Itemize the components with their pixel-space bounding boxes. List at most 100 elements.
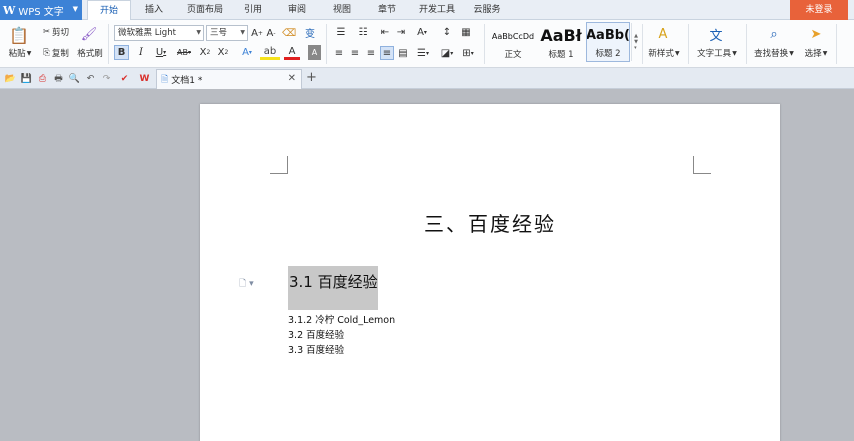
distributed-icon[interactable]: ▤: [396, 46, 410, 60]
style-heading-1[interactable]: AaBł 标题 1: [538, 22, 584, 62]
paragraph[interactable]: 3.3 百度经验: [288, 342, 344, 356]
tab-view[interactable]: 视图: [325, 0, 359, 20]
paste-button[interactable]: 粘贴 ▼: [4, 47, 36, 59]
copy-label: 复制: [51, 48, 69, 59]
tab-cloud[interactable]: 云服务: [466, 0, 508, 20]
bold-icon[interactable]: B: [114, 45, 129, 60]
show-marks-icon[interactable]: ▦: [459, 26, 473, 39]
text-tools-label: 文字工具: [697, 49, 732, 59]
tab-chapter[interactable]: 章节: [370, 0, 404, 20]
paragraph[interactable]: 3.2 百度经验: [288, 327, 344, 341]
borders-icon[interactable]: ⊞ ▾: [459, 46, 477, 60]
style-label: 标题 2: [595, 49, 621, 59]
subscript-icon[interactable]: X2: [216, 45, 230, 60]
find-replace-icon[interactable]: ⌕: [764, 24, 784, 44]
style-sample: AaBb(: [586, 28, 630, 43]
new-style-button[interactable]: 新样式 ▼: [644, 47, 684, 59]
superscript-icon[interactable]: X2: [198, 45, 212, 60]
open-folder-icon[interactable]: 📂: [4, 72, 17, 85]
customize-icon[interactable]: ✔: [118, 72, 131, 85]
highlight-icon[interactable]: ab: [260, 45, 280, 60]
shrink-font-icon[interactable]: A-: [265, 26, 277, 40]
redo-icon[interactable]: ↷: [100, 72, 113, 85]
new-tab-icon[interactable]: +: [306, 70, 317, 85]
style-heading-2[interactable]: AaBb( 标题 2: [586, 22, 630, 62]
font-color-icon[interactable]: A: [284, 45, 300, 60]
new-style-label: 新样式: [648, 49, 674, 59]
styles-scroll-icon[interactable]: ▲ ▼ ▾: [631, 23, 640, 61]
print-icon[interactable]: 🖶: [52, 72, 65, 85]
ribbon-divider: [688, 24, 689, 64]
paragraph-layout-icon[interactable]: 🗋 ▾: [239, 276, 254, 292]
font-name-select[interactable]: 微软雅黑 Light ▼: [114, 25, 204, 41]
align-center-icon[interactable]: ≡: [348, 46, 362, 60]
bullet-list-icon[interactable]: ☰: [332, 26, 350, 39]
close-icon[interactable]: ✕: [288, 73, 296, 84]
line-spacing-icon[interactable]: ☰ ▾: [414, 46, 432, 60]
font-size-select[interactable]: 三号 ▼: [206, 25, 248, 41]
style-sample: AaBbCcDd: [491, 32, 535, 41]
document-title[interactable]: 三、百度经验: [200, 208, 780, 237]
underline-icon[interactable]: U ▾: [151, 45, 171, 60]
undo-icon[interactable]: ↶: [84, 72, 97, 85]
login-button[interactable]: 未登录: [790, 0, 848, 20]
font-name-value: 微软雅黑 Light: [118, 28, 176, 38]
select-cursor-icon[interactable]: ➤: [808, 24, 824, 44]
ribbon-divider: [108, 24, 109, 64]
app-name: WPS 文字: [18, 6, 64, 18]
justify-icon[interactable]: ≡: [380, 46, 394, 60]
tab-developer[interactable]: 开发工具: [412, 0, 462, 20]
app-menu-button[interactable]: W WPS 文字 ▼: [0, 0, 82, 20]
sort-icon[interactable]: ↕: [438, 26, 456, 39]
format-painter-icon[interactable]: 🖌: [79, 25, 99, 43]
paste-icon[interactable]: 📋: [9, 24, 29, 46]
save-icon[interactable]: 💾: [20, 72, 33, 85]
format-painter-button[interactable]: 格式刷: [75, 47, 105, 59]
cut-button[interactable]: ✂ 剪切: [38, 25, 74, 38]
print-preview-icon[interactable]: 🔍: [68, 72, 81, 85]
style-label: 标题 1: [548, 50, 574, 60]
char-shading-icon[interactable]: A: [308, 45, 321, 60]
ribbon-divider: [484, 24, 485, 64]
heading-selected[interactable]: 3.1 百度经验: [288, 266, 378, 310]
text-effect-icon[interactable]: A ▾: [238, 45, 256, 60]
italic-icon[interactable]: I: [134, 45, 148, 60]
grow-font-icon[interactable]: A +: [251, 26, 263, 40]
style-normal[interactable]: AaBbCcDd 正文: [490, 22, 536, 62]
copy-icon: ⎘: [43, 47, 50, 58]
text-tools-icon[interactable]: 文: [706, 24, 726, 44]
numbered-list-icon[interactable]: ☷: [354, 26, 372, 39]
document-tab[interactable]: 🗎 文档1 * ✕: [156, 69, 302, 89]
select-button[interactable]: 选择 ▼: [800, 47, 832, 59]
tab-home[interactable]: 开始: [87, 0, 131, 21]
strikethrough-icon[interactable]: AB ▾: [173, 45, 195, 60]
tab-insert[interactable]: 插入: [136, 0, 172, 20]
wps-logo-icon: W: [3, 3, 16, 17]
text-tools-button[interactable]: 文字工具 ▼: [694, 47, 740, 59]
copy-button[interactable]: ⎘ 复制: [38, 46, 74, 59]
select-label: 选择: [804, 49, 822, 59]
ribbon-divider: [746, 24, 747, 64]
ribbon-divider: [642, 24, 643, 64]
tab-review[interactable]: 审阅: [280, 0, 314, 20]
document-tab-name: 文档1 *: [171, 76, 203, 86]
tab-page-layout[interactable]: 页面布局: [177, 0, 233, 20]
increase-indent-icon[interactable]: ⇥: [394, 26, 408, 39]
find-replace-button[interactable]: 查找替换 ▼: [751, 47, 797, 59]
export-pdf-icon[interactable]: ⎙: [36, 72, 49, 85]
chinese-layout-icon[interactable]: A ▾: [412, 26, 432, 39]
find-replace-label: 查找替换: [754, 49, 789, 59]
tab-references[interactable]: 引用: [236, 0, 270, 20]
document-page[interactable]: 三、百度经验 🗋 ▾ 3.1 百度经验 3.1.2 冷柠 Cold_Lemon …: [200, 104, 780, 441]
shading-icon[interactable]: ◪ ▾: [438, 46, 456, 60]
decrease-indent-icon[interactable]: ⇤: [378, 26, 392, 39]
align-right-icon[interactable]: ≡: [364, 46, 378, 60]
clear-format-icon[interactable]: ⌫: [282, 26, 296, 40]
paragraph[interactable]: 3.1.2 冷柠 Cold_Lemon: [288, 312, 395, 326]
wps-home-icon[interactable]: W: [138, 72, 151, 85]
menu-bar: W WPS 文字 ▼ 开始 插入 页面布局 引用 审阅 视图 章节 开发工具 云…: [0, 0, 854, 21]
dropdown-arrow-icon: ▼: [240, 29, 245, 36]
align-left-icon[interactable]: ≡: [332, 46, 346, 60]
phonetic-guide-icon[interactable]: 变: [302, 25, 318, 40]
new-style-icon[interactable]: A: [652, 24, 674, 44]
